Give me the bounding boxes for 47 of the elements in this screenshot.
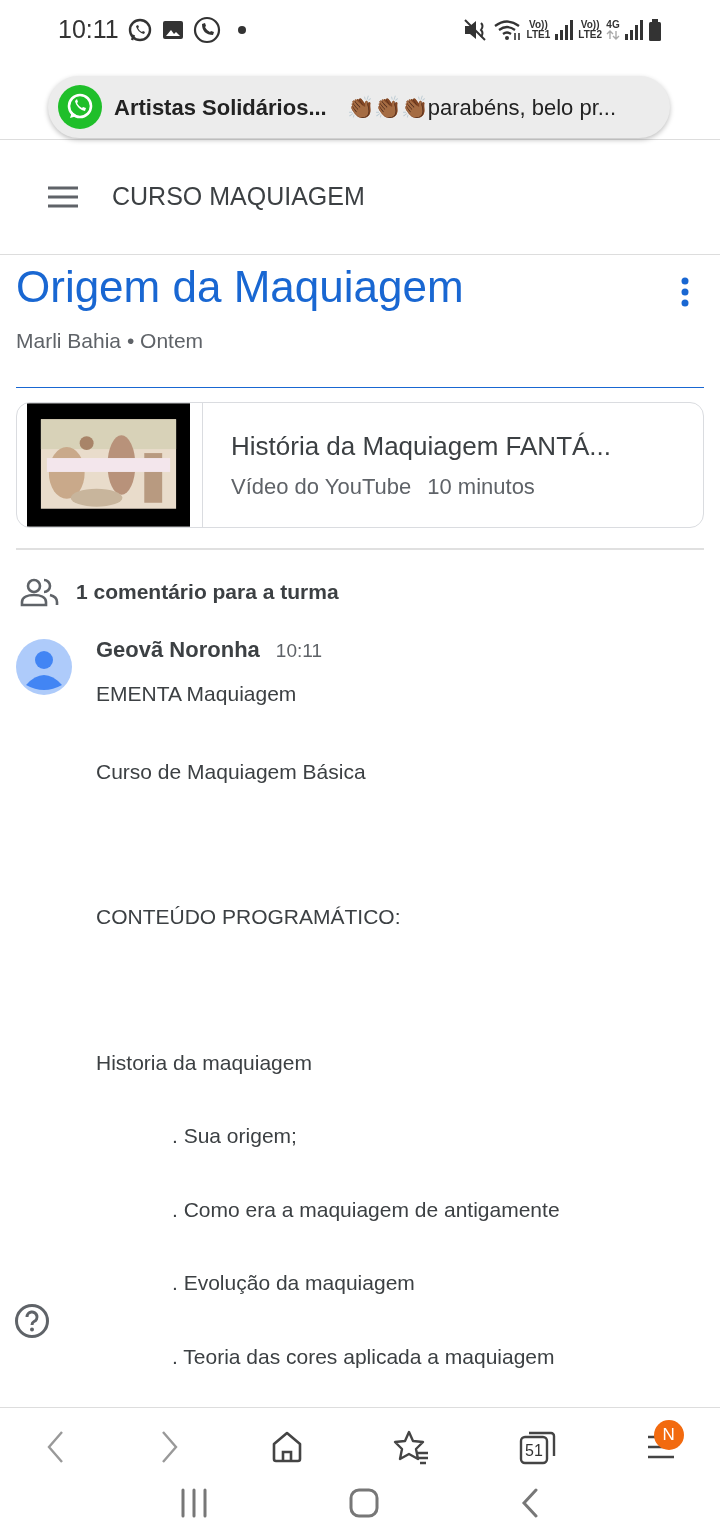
comment-line: EMENTA Maquiagem — [96, 681, 298, 708]
comments-count: 1 comentário para a turma — [76, 578, 339, 605]
bookmarks-icon[interactable] — [392, 1428, 431, 1465]
comment-line: . Evolução da maquiagem — [171, 1270, 416, 1297]
video-title: História da Maquiagem FANTÁ... — [231, 429, 612, 463]
notification-message: 👏🏾👏🏾👏🏾parabéns, belo pr... — [346, 93, 617, 122]
signal-icon — [624, 19, 644, 41]
signal-icon — [554, 19, 575, 41]
notification-banner[interactable]: Artistas Solidários... 👏🏾👏🏾👏🏾parabéns, belo pr... — [48, 76, 670, 138]
comment-line: Curso de Maquiagem Básica — [96, 758, 367, 785]
data-arrows-icon — [606, 30, 620, 40]
network-label: 4G — [606, 20, 620, 30]
dot-icon — [236, 25, 247, 35]
people-icon — [20, 576, 60, 607]
volte-label: Vo)) — [529, 20, 548, 30]
home-icon[interactable] — [349, 1487, 379, 1518]
menu-icon[interactable] — [46, 185, 80, 209]
volte-label: Vo)) — [580, 20, 600, 30]
help-icon[interactable] — [14, 1303, 50, 1339]
chat-app-icon — [126, 17, 153, 43]
comment-line: . Sua origem; — [171, 1123, 298, 1150]
video-attachment[interactable]: História da Maquiagem FANTÁ... Vídeo do YouTube 10 minutos — [16, 401, 704, 528]
wifi-icon — [492, 18, 523, 42]
app-title: CURSO MAQUIAGEM — [112, 181, 365, 213]
comment-line: . Como era a maquiagem de antigamente — [171, 1196, 561, 1223]
notification-title: Artistas Solidários... — [114, 93, 327, 122]
chat-app-icon — [58, 85, 102, 129]
battery-icon — [648, 18, 662, 42]
notification-badge: N — [653, 1419, 684, 1450]
post-meta: Marli Bahia • Ontem — [16, 328, 205, 355]
video-duration: 10 minutos — [427, 472, 535, 501]
network-label: LTE2 — [578, 30, 602, 40]
video-source: Vídeo do YouTube — [231, 472, 412, 501]
phone-icon — [192, 16, 221, 44]
post-title: Origem da Maquiagem — [16, 263, 464, 312]
back-icon[interactable] — [519, 1487, 540, 1518]
comment-line: . Teoria das cores aplicada a maquiagem — [171, 1343, 556, 1370]
comment-author: Geovã Noronha — [96, 636, 260, 665]
image-icon — [160, 18, 185, 42]
clock-time: 10:11 — [58, 14, 119, 46]
avatar-icon — [16, 639, 72, 696]
more-options-icon[interactable] — [680, 277, 690, 307]
comment-time: 10:11 — [275, 639, 322, 664]
comment-line: CONTEÚDO PROGRAMÁTICO: — [96, 904, 402, 931]
recent-apps-icon[interactable] — [180, 1487, 209, 1518]
network-label: LTE1 — [526, 30, 551, 40]
comment-line: Historia da maquiagem — [96, 1049, 313, 1076]
